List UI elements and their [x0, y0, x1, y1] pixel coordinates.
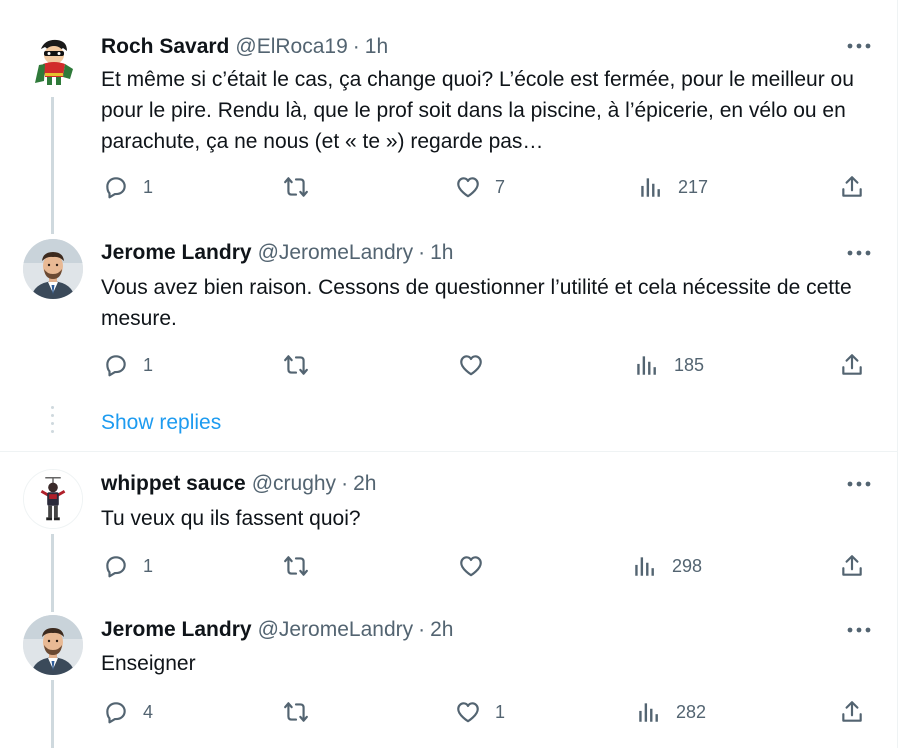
avatar[interactable]	[23, 469, 83, 529]
share-button[interactable]	[839, 695, 865, 729]
author-name[interactable]: whippet sauce	[101, 472, 246, 496]
reply-count: 1	[143, 354, 154, 375]
timestamp[interactable]: 1h	[365, 35, 388, 59]
like-button[interactable]	[458, 549, 498, 583]
tweet-text: Enseigner	[101, 652, 196, 675]
author-name[interactable]: Roch Savard	[101, 35, 229, 59]
retweet-icon	[283, 699, 309, 725]
separator: ·	[418, 618, 426, 641]
heart-icon	[455, 699, 481, 725]
tweet-header: Roch Savard @ElRoca19 · 1h	[101, 34, 388, 60]
views-button[interactable]: 185	[634, 348, 704, 382]
tweet-4[interactable]: Jerome Landry @JeromeLandry · 2h Enseign…	[0, 604, 897, 748]
reply-button[interactable]: 4	[103, 695, 153, 729]
share-icon	[839, 553, 865, 579]
retweet-icon	[283, 352, 309, 378]
thread-line	[51, 604, 54, 612]
share-icon	[839, 174, 865, 200]
like-button[interactable]	[458, 348, 498, 382]
separator: ·	[352, 35, 360, 58]
reply-icon	[103, 699, 129, 725]
timestamp[interactable]: 1h	[430, 241, 453, 265]
tweet-text: Vous avez bien raison. Cessons de questi…	[101, 276, 858, 330]
separator: ·	[418, 241, 426, 264]
heart-icon	[458, 553, 484, 579]
views-icon	[638, 174, 664, 200]
views-count: 298	[672, 555, 703, 576]
views-count: 217	[678, 176, 709, 197]
more-icon[interactable]	[846, 471, 872, 497]
views-count: 282	[676, 701, 707, 722]
action-bar: 1 298	[0, 549, 897, 583]
avatar[interactable]	[23, 615, 83, 675]
reply-button[interactable]: 1	[103, 549, 153, 583]
reply-icon	[103, 352, 129, 378]
reply-button[interactable]: 1	[103, 348, 153, 382]
views-icon	[634, 352, 660, 378]
tweet-3[interactable]: whippet sauce @crughy · 2h Tu veux qu il…	[0, 452, 897, 604]
views-icon	[632, 553, 658, 579]
separator: ·	[341, 472, 349, 495]
reply-count: 4	[143, 701, 154, 722]
timestamp[interactable]: 2h	[353, 472, 376, 496]
thread-line	[51, 230, 54, 234]
retweet-button[interactable]	[283, 695, 323, 729]
retweet-button[interactable]	[283, 348, 323, 382]
reply-count: 1	[143, 555, 154, 576]
retweet-icon	[283, 553, 309, 579]
author-handle[interactable]: @ElRoca19	[235, 35, 347, 59]
share-icon	[839, 699, 865, 725]
like-button[interactable]: 7	[455, 170, 505, 204]
reply-count: 1	[143, 176, 154, 197]
reply-button[interactable]: 1	[103, 170, 153, 204]
reply-icon	[103, 174, 129, 200]
thread-dots	[51, 406, 54, 440]
tweet-1[interactable]: Roch Savard @ElRoca19 · 1h Et même si c’…	[0, 0, 897, 230]
more-icon[interactable]	[846, 33, 872, 59]
like-count: 1	[495, 701, 506, 722]
share-icon	[839, 352, 865, 378]
author-handle[interactable]: @crughy	[252, 472, 336, 496]
tweet-text: Et même si c’était le cas, ça change quo…	[101, 68, 860, 153]
author-handle[interactable]: @JeromeLandry	[258, 618, 414, 642]
more-icon[interactable]	[846, 240, 872, 266]
views-button[interactable]: 217	[638, 170, 708, 204]
thread-line	[51, 97, 54, 230]
views-button[interactable]: 298	[632, 549, 702, 583]
views-button[interactable]: 282	[636, 695, 706, 729]
like-button[interactable]: 1	[455, 695, 505, 729]
avatar[interactable]	[23, 239, 83, 299]
timestamp[interactable]: 2h	[430, 618, 453, 642]
action-bar: 1 7 217	[0, 170, 897, 204]
avatar[interactable]	[23, 31, 83, 91]
tweet-text: Tu veux qu ils fassent quoi?	[101, 507, 361, 530]
share-button[interactable]	[839, 549, 865, 583]
author-name[interactable]: Jerome Landry	[101, 618, 252, 642]
reply-icon	[103, 553, 129, 579]
tweet-header: whippet sauce @crughy · 2h	[101, 471, 376, 497]
share-button[interactable]	[839, 348, 865, 382]
author-name[interactable]: Jerome Landry	[101, 241, 252, 265]
action-bar: 4 1 282	[0, 695, 897, 729]
retweet-icon	[283, 174, 309, 200]
tweet-header: Jerome Landry @JeromeLandry · 1h	[101, 240, 453, 266]
retweet-button[interactable]	[283, 549, 323, 583]
views-icon	[636, 699, 662, 725]
heart-icon	[455, 174, 481, 200]
show-replies-link[interactable]: Show replies	[101, 409, 221, 437]
author-handle[interactable]: @JeromeLandry	[258, 241, 414, 265]
views-count: 185	[674, 354, 705, 375]
like-count: 7	[495, 176, 506, 197]
tweet-header: Jerome Landry @JeromeLandry · 2h	[101, 617, 453, 643]
action-bar: 1 185	[0, 348, 897, 382]
share-button[interactable]	[839, 170, 865, 204]
retweet-button[interactable]	[283, 170, 323, 204]
heart-icon	[458, 352, 484, 378]
more-icon[interactable]	[846, 617, 872, 643]
